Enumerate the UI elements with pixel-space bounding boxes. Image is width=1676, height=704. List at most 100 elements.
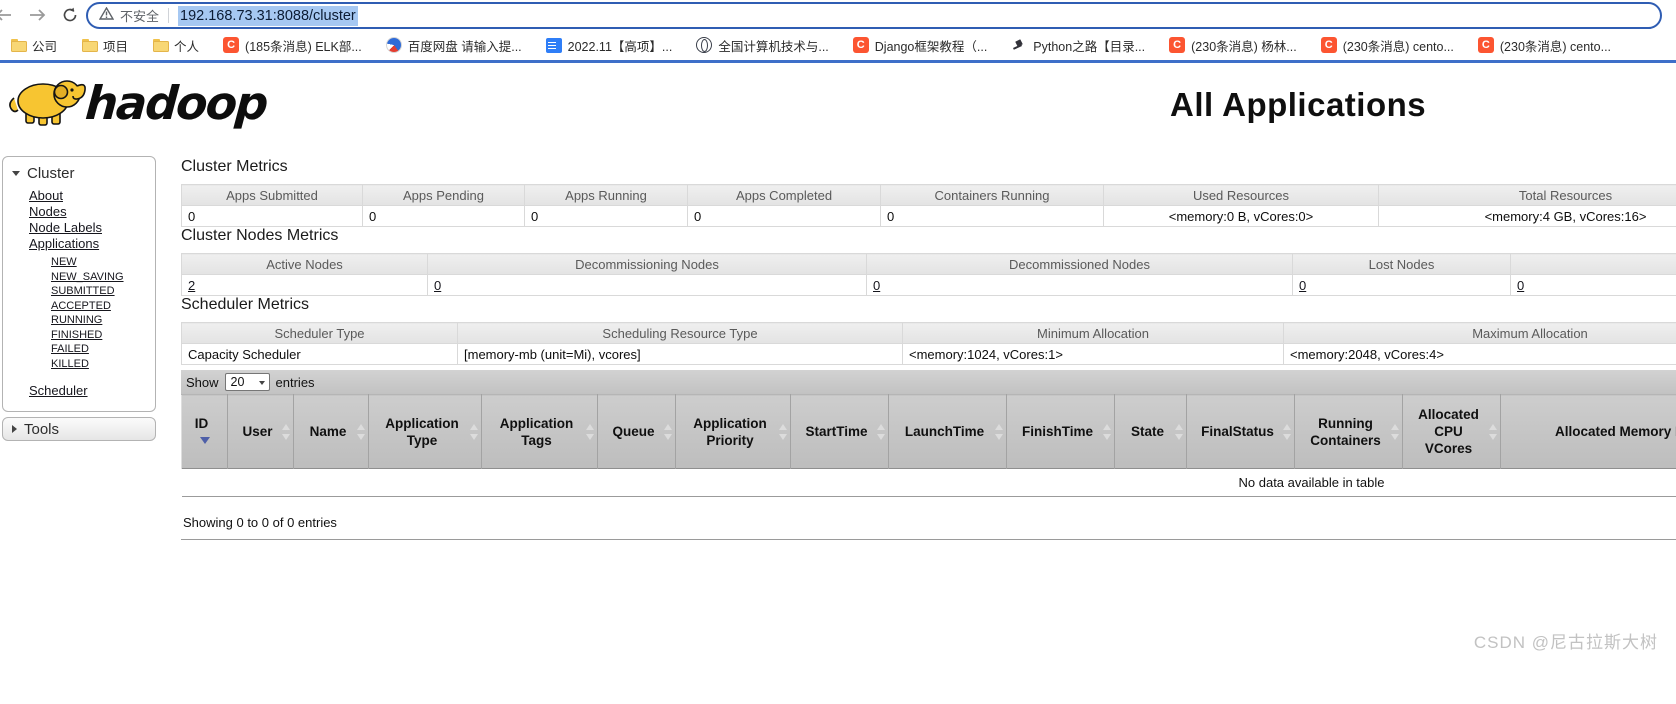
apps-column-application-priority[interactable]: Application Priority: [675, 394, 791, 469]
folder-icon: [152, 37, 170, 53]
empty-table-message: No data available in table: [181, 468, 1676, 497]
sidebar-item-new-saving[interactable]: NEW_SAVING: [51, 270, 155, 285]
apps-column-user[interactable]: User: [227, 394, 294, 469]
scheduler-metrics-table: Scheduler Type Scheduling Resource Type Mi…: [181, 322, 1676, 365]
not-secure-warning-icon: [98, 6, 115, 25]
apps-column-allocated-cpu-vcores[interactable]: Allocated CPU VCores: [1402, 394, 1501, 469]
chevron-right-icon: [12, 425, 17, 433]
refresh-icon[interactable]: [62, 7, 82, 23]
sidebar-item-running[interactable]: RUNNING: [51, 313, 155, 328]
apps-column-launchtime[interactable]: LaunchTime: [888, 394, 1007, 469]
metrics-column-header: Total Resources: [1378, 184, 1676, 206]
apps-column-running-containers[interactable]: Running Containers: [1294, 394, 1403, 469]
metrics-column-header: Maximum Allocation: [1283, 322, 1676, 344]
bookmark-label: 公司: [32, 39, 58, 54]
page-title: All Applications: [1170, 86, 1427, 123]
bookmark-item-185-elk[interactable]: (185条消息) ELK部...: [223, 36, 362, 55]
apps-column-label: Application Tags: [499, 415, 574, 448]
sort-icon: [282, 423, 290, 440]
apps-column-label: Queue: [612, 424, 655, 439]
bookmarks-bar-divider: [0, 60, 1676, 63]
bookmark-item-python[interactable]: Python之路【目录...: [1011, 36, 1145, 55]
sort-icon: [586, 423, 594, 440]
bookmark-item-[interactable]: 个人: [152, 36, 199, 55]
sidebar-item-finished[interactable]: FINISHED: [51, 328, 155, 343]
bookmark-item-230-cento[interactable]: (230条消息) cento...: [1477, 36, 1612, 55]
sort-icon: [877, 423, 885, 440]
apps-column-label: StartTime: [805, 424, 868, 439]
apps-column-label: State: [1130, 424, 1164, 439]
url-input[interactable]: 192.168.73.31:8088/cluster: [178, 5, 358, 26]
apps-column-finishtime[interactable]: FinishTime: [1006, 394, 1115, 469]
bookmark-item-[interactable]: 公司: [10, 36, 57, 55]
sort-icon: [1103, 423, 1111, 440]
forward-icon[interactable]: [28, 7, 48, 23]
sidebar-item-node-labels[interactable]: Node Labels: [29, 220, 155, 236]
sidebar-item-about[interactable]: About: [29, 188, 155, 204]
bookmark-label: (230条消息) 杨林...: [1191, 39, 1297, 54]
sort-icon: [357, 423, 365, 440]
node-count-link[interactable]: 2: [188, 278, 195, 293]
sidebar-tools-header[interactable]: Tools: [2, 417, 156, 441]
csdn-icon: [1477, 37, 1494, 53]
sort-icon: [1489, 423, 1497, 440]
bookmark-label: (230条消息) cento...: [1499, 39, 1612, 54]
apps-column-state[interactable]: State: [1114, 394, 1187, 469]
sort-icon: [1175, 423, 1183, 440]
apps-column-name[interactable]: Name: [293, 394, 369, 469]
sidebar-item-applications[interactable]: Applications: [29, 236, 155, 252]
bookmark-label: 百度网盘 请输入提...: [407, 39, 522, 54]
metrics-value-cell: 0: [1510, 274, 1676, 296]
sidebar-tools-label: Tools: [24, 420, 60, 438]
apps-column-label: Allocated Memory MB: [1554, 424, 1676, 439]
metrics-column-header: Decommissioned Nodes: [866, 253, 1293, 275]
show-label: Show: [186, 374, 219, 390]
metrics-column-header: Decommissioning Nodes: [427, 253, 867, 275]
sidebar-item-scheduler[interactable]: Scheduler: [29, 383, 155, 399]
node-count-link[interactable]: 0: [1517, 278, 1524, 293]
bookmark-item-230[interactable]: (230条消息) 杨林...: [1169, 36, 1297, 55]
nodes-metrics-heading: Cluster Nodes Metrics: [181, 227, 339, 244]
apps-column-label: ID: [194, 415, 209, 431]
bookmark-item-230-cento[interactable]: (230条消息) cento...: [1320, 36, 1454, 55]
apps-column-queue[interactable]: Queue: [597, 394, 676, 469]
apps-column-label: Application Priority: [693, 415, 767, 448]
address-bar[interactable]: 不安全 192.168.73.31:8088/cluster: [86, 2, 1662, 29]
sidebar-item-new[interactable]: NEW: [51, 255, 155, 270]
sidebar-item-killed[interactable]: KILLED: [51, 357, 155, 372]
bookmark-label: 全国计算机技术与...: [718, 39, 829, 54]
back-icon[interactable]: [0, 7, 13, 23]
bookmark-item-[interactable]: 项目: [81, 36, 128, 55]
apps-column-starttime[interactable]: StartTime: [790, 394, 889, 469]
sidebar-item-nodes[interactable]: Nodes: [29, 204, 155, 220]
node-count-link[interactable]: 0: [1299, 278, 1306, 293]
sort-icon: [470, 423, 478, 440]
metrics-value-cell: 2: [181, 274, 428, 296]
bookmark-item-[interactable]: 百度网盘 请输入提...: [385, 36, 522, 55]
page-size-select[interactable]: 20: [224, 373, 270, 391]
hadoop-logo: hadoop: [9, 76, 269, 130]
apps-column-application-tags[interactable]: Application Tags: [481, 394, 598, 469]
sort-icon: [779, 423, 787, 440]
metrics-column-header: Containers Running: [880, 184, 1104, 206]
metrics-value-cell: 0: [866, 274, 1293, 296]
bookmark-item-2022-11[interactable]: 2022.11【高项】...: [545, 36, 672, 55]
watermark: CSDN @尼古拉斯大树: [1473, 633, 1658, 652]
bookmark-item-django[interactable]: Django框架教程（...: [852, 36, 987, 55]
bookmark-item-[interactable]: 全国计算机技术与...: [696, 36, 829, 55]
node-count-link[interactable]: 0: [873, 278, 880, 293]
metrics-value-cell: <memory:0 B, vCores:0>: [1103, 205, 1379, 227]
sidebar-item-failed[interactable]: FAILED: [51, 342, 155, 357]
apps-column-label: Application Type: [385, 415, 459, 448]
apps-column-id[interactable]: ID: [181, 394, 228, 469]
apps-column-application-type[interactable]: Application Type: [368, 394, 482, 469]
node-count-link[interactable]: 0: [434, 278, 441, 293]
apps-column-finalstatus[interactable]: FinalStatus: [1186, 394, 1295, 469]
metrics-column-header: Apps Pending: [362, 184, 525, 206]
sort-icon: [1391, 423, 1399, 440]
bookmarks-bar: 公司 项目 个人 (185条消息) ELK部... 百度网盘 请输入提... 2022.1…: [0, 30, 1676, 60]
sidebar-item-submitted[interactable]: SUBMITTED: [51, 284, 155, 299]
sidebar-cluster-header[interactable]: Cluster: [3, 162, 155, 188]
sidebar-item-accepted[interactable]: ACCEPTED: [51, 299, 155, 314]
apps-column-allocated-memory-mb[interactable]: Allocated Memory MB: [1500, 394, 1676, 469]
